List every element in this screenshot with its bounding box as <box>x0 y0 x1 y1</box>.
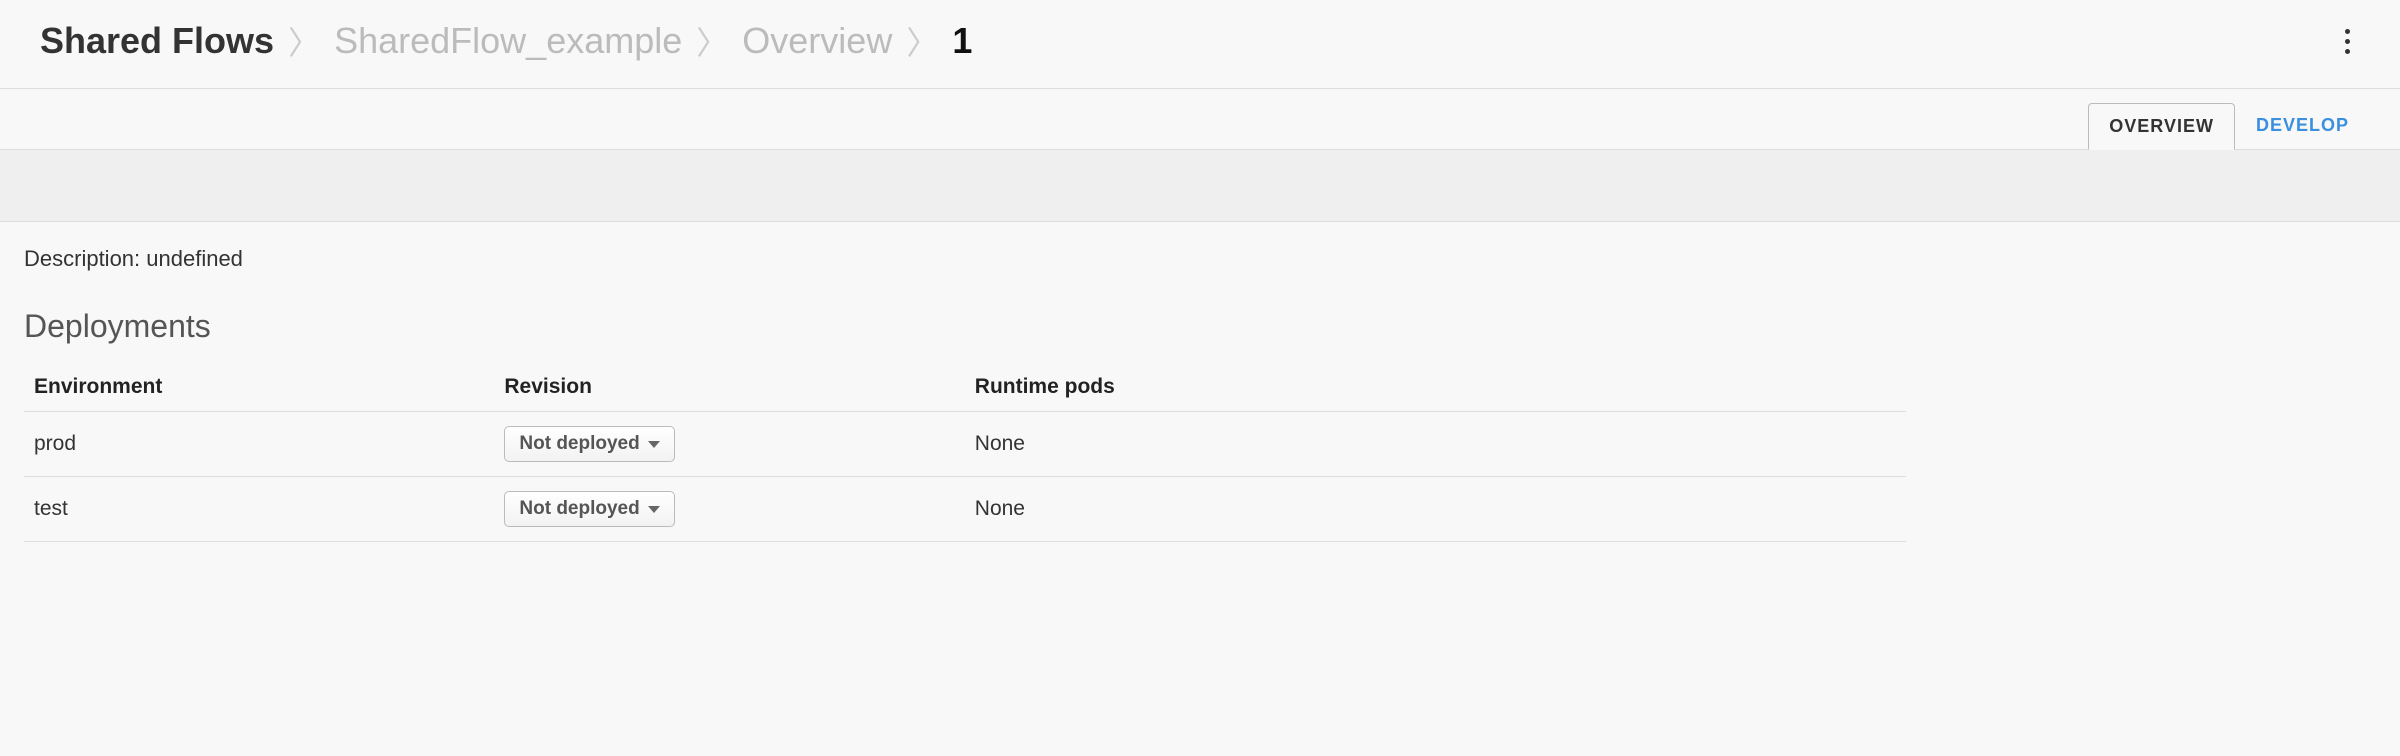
cell-runtime: None <box>965 412 1906 477</box>
cell-revision: Not deployed <box>494 477 964 542</box>
breadcrumb-overview[interactable]: Overview <box>742 20 892 62</box>
deployments-table: Environment Revision Runtime pods prod N… <box>24 363 1906 542</box>
page-header: Shared Flows 〉 SharedFlow_example 〉 Over… <box>0 0 2400 89</box>
tab-bar-container: OVERVIEW DEVELOP <box>0 89 2400 150</box>
cell-runtime: None <box>965 477 1906 542</box>
dropdown-label: Not deployed <box>519 498 639 520</box>
deployments-title: Deployments <box>24 308 2376 345</box>
breadcrumb-sharedflow[interactable]: SharedFlow_example <box>334 20 682 62</box>
breadcrumb: Shared Flows 〉 SharedFlow_example 〉 Over… <box>40 18 972 64</box>
cell-environment: test <box>24 477 494 542</box>
caret-down-icon <box>648 441 660 448</box>
col-header-revision: Revision <box>494 363 964 412</box>
dots-vertical-icon <box>2345 29 2350 34</box>
description-text: Description: undefined <box>24 246 2376 272</box>
revision-dropdown[interactable]: Not deployed <box>504 491 674 527</box>
breadcrumb-root[interactable]: Shared Flows <box>40 20 274 62</box>
chevron-right-icon: 〉 <box>696 18 728 64</box>
tab-develop[interactable]: DEVELOP <box>2235 102 2370 149</box>
tab-bar: OVERVIEW DEVELOP <box>0 89 2400 149</box>
cell-revision: Not deployed <box>494 412 964 477</box>
cell-environment: prod <box>24 412 494 477</box>
chevron-right-icon: 〉 <box>906 18 938 64</box>
table-row: prod Not deployed None <box>24 412 1906 477</box>
caret-down-icon <box>648 506 660 513</box>
col-header-environment: Environment <box>24 363 494 412</box>
tab-overview[interactable]: OVERVIEW <box>2088 103 2235 150</box>
chevron-right-icon: 〉 <box>288 18 320 64</box>
main-content: Description: undefined Deployments Envir… <box>0 222 2400 582</box>
table-row: test Not deployed None <box>24 477 1906 542</box>
sub-header-strip <box>0 150 2400 222</box>
more-menu-button[interactable] <box>2335 19 2360 64</box>
breadcrumb-current: 1 <box>952 20 972 62</box>
dropdown-label: Not deployed <box>519 433 639 455</box>
col-header-runtime: Runtime pods <box>965 363 1906 412</box>
revision-dropdown[interactable]: Not deployed <box>504 426 674 462</box>
